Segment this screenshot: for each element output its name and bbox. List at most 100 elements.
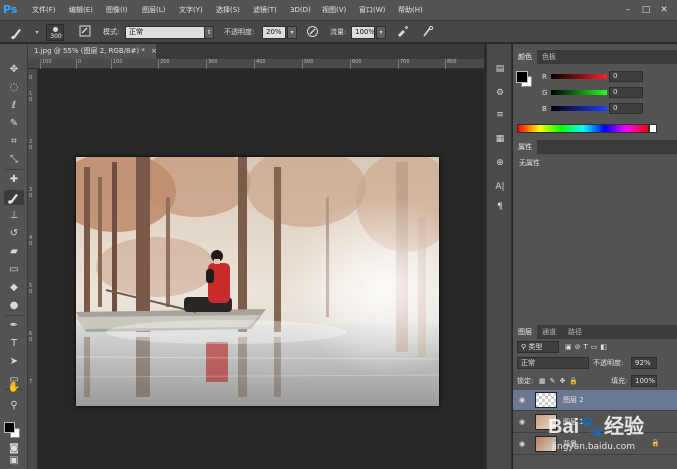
crop-icon[interactable]: ⌗ <box>4 134 24 149</box>
move-icon[interactable]: ✥ <box>4 62 24 77</box>
menu-image[interactable]: 图像(I) <box>106 0 128 20</box>
layer-name[interactable]: 图层 2 <box>563 394 584 406</box>
green-label: G <box>542 89 548 97</box>
dodge-icon[interactable]: ● <box>4 298 24 313</box>
flow-dropdown-icon[interactable]: ▾ <box>376 26 386 39</box>
menu-edit[interactable]: 编辑(E) <box>69 0 93 20</box>
document-tab[interactable]: 1.jpg @ 55% (图层 2, RGB/8#) * × <box>28 44 157 59</box>
red-value[interactable]: 0 <box>609 71 643 82</box>
lock-icons[interactable]: ▦✎✥🔒 <box>539 376 582 386</box>
menu-view[interactable]: 视图(V) <box>322 0 346 20</box>
ruler-tick <box>254 59 255 69</box>
chevron-down-icon[interactable]: ▾ <box>30 25 44 40</box>
brush-preset-icon[interactable] <box>10 25 24 40</box>
eyedropper-icon[interactable]: ⤡ <box>4 152 24 167</box>
fill-input[interactable]: 100% <box>631 375 657 387</box>
brush-size-picker[interactable]: 300 <box>46 24 64 41</box>
flow-input[interactable]: 100% <box>351 26 375 39</box>
tab-layers[interactable]: 图层 <box>513 325 537 339</box>
hand-icon[interactable]: ✋ <box>4 380 24 395</box>
properties-empty-text: 无属性 <box>519 159 540 167</box>
ruler-label: 0 <box>29 289 33 295</box>
maximize-button[interactable]: □ <box>639 3 653 17</box>
opacity-input[interactable]: 20% <box>262 26 286 39</box>
brush-icon[interactable] <box>4 190 24 205</box>
white-swatch[interactable] <box>649 124 657 133</box>
minimize-button[interactable]: – <box>621 3 635 17</box>
brush-panel-toggle-icon[interactable] <box>78 25 92 40</box>
blue-slider[interactable] <box>551 106 607 111</box>
opacity-dropdown-icon[interactable]: ▾ <box>287 26 297 39</box>
screen-mode-icon[interactable]: ▣ <box>4 454 24 467</box>
blur-icon[interactable]: ◆ <box>4 280 24 295</box>
watermark-brand: Bai🐾经验 <box>548 412 676 442</box>
pen-icon[interactable]: ✒ <box>4 318 24 333</box>
gradient-icon[interactable]: ▭ <box>4 262 24 277</box>
ruler-label: 0 <box>29 193 33 199</box>
tab-swatches[interactable]: 色板 <box>537 50 561 64</box>
foreground-color-swatch[interactable] <box>4 422 15 433</box>
document-image[interactable] <box>76 157 439 406</box>
red-slider[interactable] <box>551 74 607 79</box>
tab-paths[interactable]: 路径 <box>563 325 587 339</box>
menu-filter[interactable]: 滤镜(T) <box>253 0 277 20</box>
quick-select-icon[interactable]: ✎ <box>4 116 24 131</box>
marquee-icon[interactable]: ◌ <box>4 80 24 95</box>
tab-color[interactable]: 颜色 <box>513 50 537 64</box>
layer-filter-value: 类型 <box>528 343 543 351</box>
menu-help[interactable]: 帮助(H) <box>398 0 423 20</box>
path-select-icon[interactable]: ➤ <box>4 354 24 369</box>
healing-icon[interactable]: ✚ <box>4 172 24 187</box>
tab-properties[interactable]: 属性 <box>513 140 537 154</box>
paragraph-panel-icon[interactable]: ¶ <box>492 200 508 214</box>
eye-icon[interactable]: ◉ <box>517 417 527 427</box>
blend-mode-select[interactable]: 正常 <box>517 357 589 369</box>
color-spectrum-bar[interactable] <box>517 124 649 133</box>
green-slider[interactable] <box>551 90 607 95</box>
eye-icon[interactable]: ◉ <box>517 439 527 449</box>
green-value[interactable]: 0 <box>609 87 643 98</box>
eraser-icon[interactable]: ▰ <box>4 244 24 259</box>
menu-select[interactable]: 选择(S) <box>216 0 240 20</box>
history-panel-icon[interactable]: ▤ <box>492 62 508 76</box>
pressure-opacity-icon[interactable] <box>305 25 319 40</box>
character-panel-icon[interactable]: A| <box>492 180 508 194</box>
layer-filter-select[interactable]: ⚲ 类型 <box>517 341 559 353</box>
ruler-label: 400 <box>256 59 266 65</box>
airbrush-icon[interactable] <box>395 25 409 40</box>
horizontal-ruler[interactable]: 100 0 100 200 300 400 500 600 700 800 <box>28 59 484 69</box>
layer-opacity-input[interactable]: 92% <box>631 357 657 369</box>
zoom-icon[interactable]: ⚲ <box>4 398 24 413</box>
type-icon[interactable]: T <box>4 336 24 351</box>
color-panel-tabs: 颜色 色板 <box>513 50 677 64</box>
layer-filter-icons[interactable]: ▣⊘T▭◧ <box>565 342 610 352</box>
menu-layer[interactable]: 图层(L) <box>142 0 165 20</box>
close-tab-icon[interactable]: × <box>151 47 157 55</box>
mode-dropdown-icon[interactable]: ⇕ <box>204 26 214 39</box>
pressure-size-icon[interactable] <box>420 25 434 40</box>
eye-icon[interactable]: ◉ <box>517 395 527 405</box>
actions-panel-icon[interactable]: ⚙ <box>492 86 508 100</box>
menu-type[interactable]: 文字(Y) <box>179 0 203 20</box>
right-panels: 颜色 色板 R 0 G 0 B 0 属性 无属性 图层 通道 路径 ⚲ 类型 ▣… <box>513 44 677 469</box>
close-button[interactable]: ✕ <box>657 3 671 17</box>
stamp-icon[interactable]: ⊥ <box>4 208 24 223</box>
ruler-label: 100 <box>42 59 52 65</box>
lasso-icon[interactable]: ℓ <box>4 98 24 113</box>
info-panel-icon[interactable]: ⊕ <box>492 156 508 170</box>
tab-channels[interactable]: 通道 <box>537 325 561 339</box>
mode-select[interactable]: 正常 <box>125 26 205 39</box>
vertical-ruler[interactable]: 0 1 0 2 0 3 0 4 0 5 0 6 0 7 <box>28 69 38 469</box>
ruler-label: 0 <box>29 337 33 343</box>
styles-panel-icon[interactable]: ▦ <box>492 132 508 146</box>
color-foreground-swatch[interactable] <box>516 71 528 83</box>
menu-file[interactable]: 文件(F) <box>32 0 56 20</box>
adjustments-panel-icon[interactable]: ≡ <box>492 108 508 122</box>
menu-3d[interactable]: 3D(D) <box>290 0 311 20</box>
document-tab-title: 1.jpg @ 55% (图层 2, RGB/8#) * <box>34 47 145 55</box>
blue-value[interactable]: 0 <box>609 103 643 114</box>
history-brush-icon[interactable]: ↺ <box>4 226 24 241</box>
paw-icon: 🐾 <box>579 416 605 438</box>
menu-window[interactable]: 窗口(W) <box>359 0 385 20</box>
flow-label: 流量: <box>330 28 347 36</box>
